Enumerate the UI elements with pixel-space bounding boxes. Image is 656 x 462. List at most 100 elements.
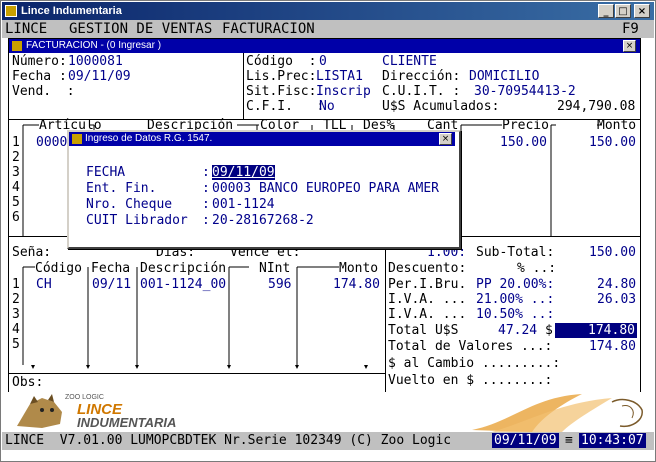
iva1-value: 26.03: [597, 292, 637, 307]
lynx-logo-icon: [17, 394, 62, 428]
item-row-number: 3: [12, 165, 20, 180]
codigo-label: Código :: [246, 54, 317, 69]
total-currency: $: [545, 323, 553, 338]
total-valores-value: 174.80: [589, 339, 636, 354]
payment-monto[interactable]: 174.80: [333, 277, 380, 292]
iva2-label: I.V.A. ...: [388, 307, 467, 322]
cfi-label: C.F.I. :: [246, 99, 325, 114]
dialog-title-bar: Ingreso de Datos R.G. 1547. ×: [69, 132, 455, 146]
payment-row-number: 4: [12, 322, 20, 337]
payment-row-number: 2: [12, 292, 20, 307]
brand-small: ZOO LOGIC: [65, 394, 104, 401]
codigo-field[interactable]: 0: [319, 54, 327, 69]
item-monto: 150.00: [589, 135, 636, 150]
rg1547-dialog: Ingreso de Datos R.G. 1547. × FECHA : 09…: [67, 130, 461, 249]
status-separator: ≡: [565, 433, 573, 448]
dialog-entfin-field[interactable]: 00003 BANCO EUROPEO PARA AMER: [212, 181, 439, 196]
brand-line2: INDUMENTARIA: [77, 415, 177, 430]
numero-field[interactable]: 1000081: [68, 54, 123, 69]
pay-col-nint: NInt: [259, 261, 291, 276]
cuit-field: 30-70954413-2: [474, 84, 576, 99]
item-row-number: 1: [12, 135, 20, 150]
payment-descripcion[interactable]: 001-1124_00: [140, 277, 226, 292]
app-icon: [5, 5, 17, 17]
pay-col-fecha: Fecha: [91, 261, 131, 276]
total-value[interactable]: 174.80: [555, 323, 637, 338]
facturacion-close-button[interactable]: ×: [623, 40, 636, 52]
maximize-button[interactable]: □: [615, 4, 631, 18]
window-title: Lince Indumentaria: [21, 5, 122, 17]
payment-row-number: 1: [12, 277, 20, 292]
status-bar: LINCE V7.01.00 LUMOPCBDTEK Nr.Serie 1023…: [2, 432, 654, 450]
menu-bar: LINCE GESTION DE VENTAS FACTURACION F9: [2, 20, 654, 38]
dialog-title: Ingreso de Datos R.G. 1547.: [85, 133, 213, 144]
cambio-label: $ al Cambio .........:: [388, 356, 561, 371]
numero-label: Número:: [12, 54, 67, 69]
dialog-cuit-label: CUIT Librador: [86, 213, 188, 228]
lisprec-label: Lis.Prec:: [246, 69, 317, 84]
pay-col-monto: Monto: [339, 261, 379, 276]
shortcut-key: F9: [622, 21, 639, 37]
sitfisc-label: Sit.Fisc:: [246, 84, 317, 99]
payment-row-number: 5: [12, 337, 20, 352]
menu-item-gestion-de-ventas[interactable]: GESTION DE VENTAS: [69, 21, 212, 37]
dialog-close-button[interactable]: ×: [439, 133, 452, 145]
dialog-fecha-field[interactable]: 09/11/09: [212, 165, 275, 180]
perib-pct: PP 20.00%:: [476, 277, 555, 292]
payment-codigo[interactable]: CH: [36, 277, 52, 292]
cfi-field[interactable]: No: [319, 99, 335, 114]
iva1-pct: 21.00% ..:: [476, 292, 555, 307]
minimize-button[interactable]: _: [598, 4, 614, 18]
item-precio: 150.00: [500, 135, 547, 150]
descuento-pct: % ..:: [517, 261, 557, 276]
item-row-number: 4: [12, 180, 20, 195]
payment-nint[interactable]: 596: [268, 277, 291, 292]
menu-item-facturacion[interactable]: FACTURACION: [222, 21, 315, 37]
item-row-number: 2: [12, 150, 20, 165]
facturacion-title: FACTURACION - (0 Ingresar ): [26, 40, 162, 51]
status-time: 10:43:07: [579, 433, 646, 448]
col-monto: Monto: [597, 118, 637, 133]
fecha-field[interactable]: 09/11/09: [68, 69, 131, 84]
lisprec-field[interactable]: LISTA1: [316, 69, 363, 84]
totals-divider: [385, 236, 386, 393]
perib-value: 24.80: [597, 277, 637, 292]
subtotal-value: 150.00: [589, 245, 636, 260]
payments-bottom-line: [9, 373, 385, 374]
decorative-swirl-icon: [472, 394, 643, 432]
direccion-field: DOMICILIO: [469, 69, 540, 84]
iva2-pct: 10.50% ..:: [476, 307, 555, 322]
brand-footer: ZOO LOGIC LINCE INDUMENTARIA: [2, 392, 654, 432]
dialog-cheque-field[interactable]: 001-1124: [212, 197, 275, 212]
dialog-cuit-field[interactable]: 20-28167268-2: [212, 213, 314, 228]
cliente-name: CLIENTE: [382, 54, 437, 69]
vendedor-label: Vend. :: [12, 84, 75, 99]
sena-label: Seña:: [12, 245, 52, 260]
iva1-label: I.V.A. ...: [388, 292, 467, 307]
facturacion-title-bar: FACTURACION - (0 Ingresar ) ×: [9, 39, 640, 53]
app-window: Lince Indumentaria _ □ × LINCE GESTION D…: [0, 0, 656, 462]
vuelto-label: Vuelto en $ ........:: [388, 373, 553, 388]
descuento-label: Descuento:: [388, 261, 467, 276]
total-valores-label: Total de Valores ...:: [388, 339, 553, 354]
payment-row-number: 3: [12, 307, 20, 322]
close-button[interactable]: ×: [634, 4, 650, 18]
header-divider: [243, 53, 244, 119]
status-date: 09/11/09: [492, 433, 559, 448]
item-articulo-field[interactable]: 0000: [36, 135, 67, 150]
title-bar: Lince Indumentaria _ □ ×: [2, 2, 654, 20]
obs-label: Obs:: [12, 375, 44, 390]
form-icon: [12, 41, 22, 51]
total-mid-value: 47.24: [498, 323, 538, 338]
direccion-label: Dirección:: [382, 69, 461, 84]
payment-fecha[interactable]: 09/11: [92, 277, 131, 292]
sitfisc-field[interactable]: Inscrip: [316, 84, 371, 99]
pay-col-descripcion: Descripción: [140, 261, 227, 276]
menu-item-lince[interactable]: LINCE: [5, 21, 47, 37]
acumulados-value: 294,790.08: [557, 99, 636, 114]
dialog-fecha-label: FECHA: [86, 165, 126, 180]
dialog-cheque-label: Nro. Cheque: [86, 197, 173, 212]
cuit-label: C.U.I.T. :: [382, 84, 461, 99]
item-row-number: 5: [12, 195, 20, 210]
acumulados-label: U$S Acumulados:: [382, 99, 500, 114]
